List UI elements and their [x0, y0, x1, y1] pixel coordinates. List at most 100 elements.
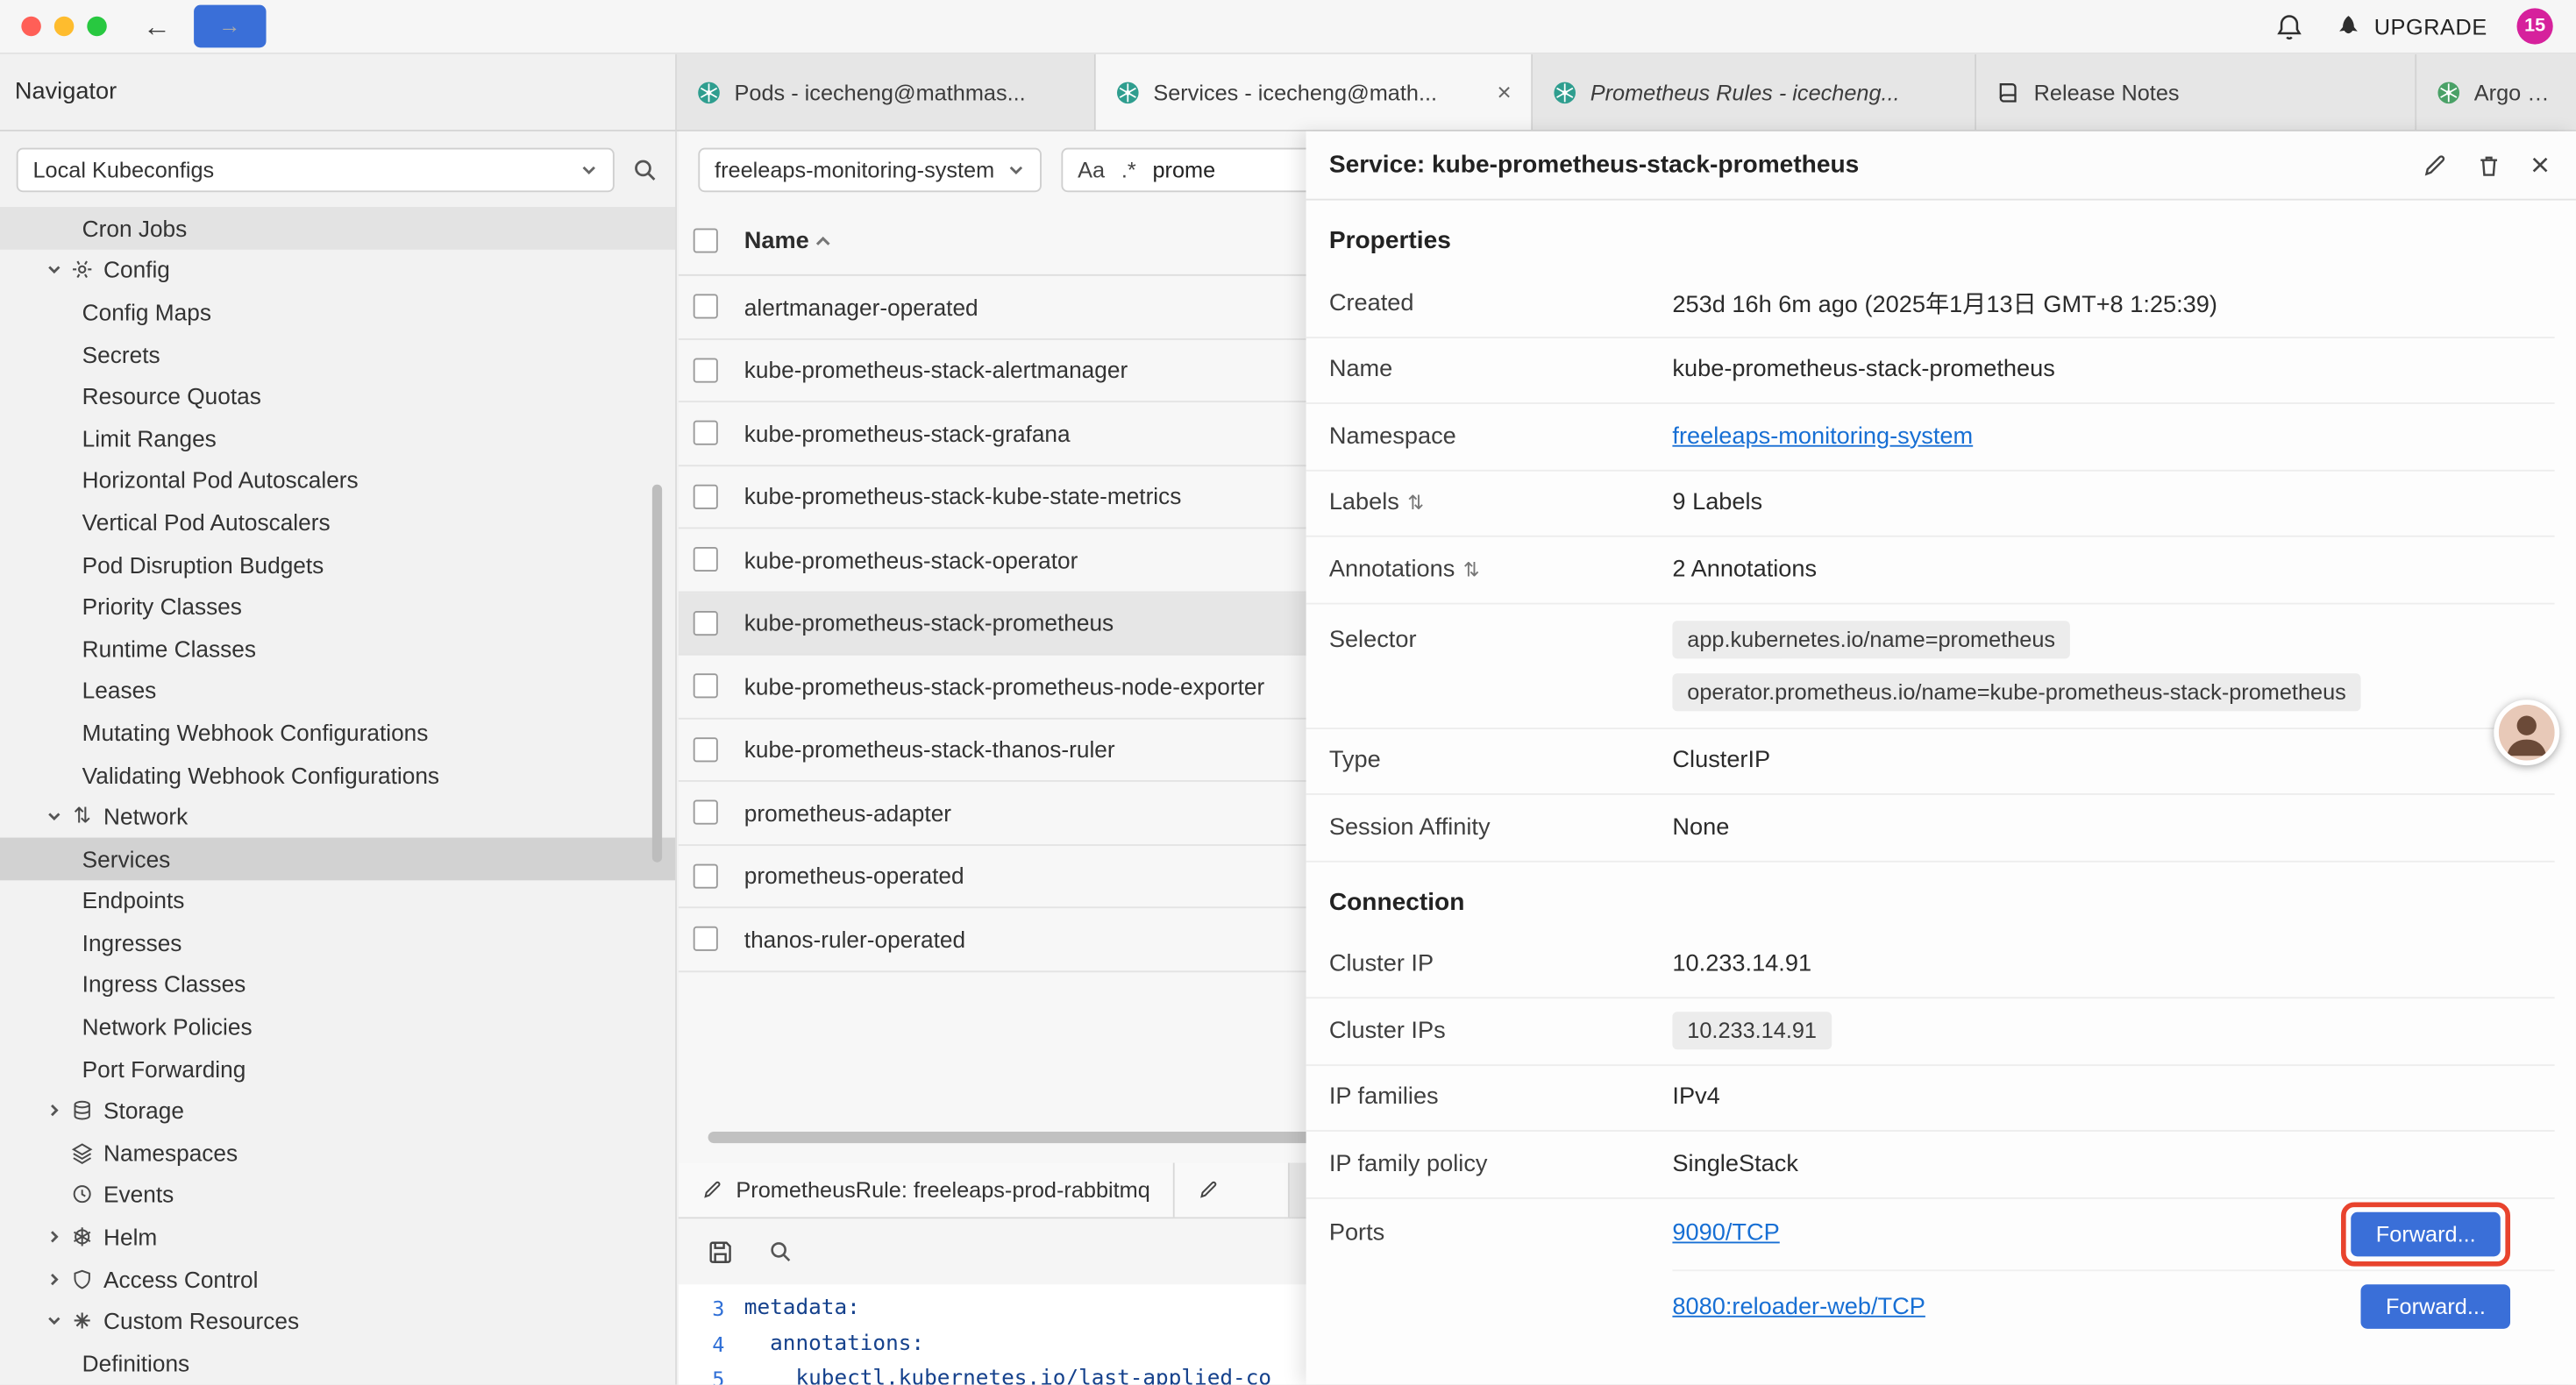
- forward-button[interactable]: →: [194, 5, 266, 47]
- edit-pencil-icon[interactable]: [2422, 152, 2448, 178]
- navigator-sidebar: Local Kubeconfigs Cron Jobs Config Confi…: [0, 131, 677, 1385]
- expand-annotations-icon[interactable]: ⇅: [1463, 558, 1480, 581]
- upgrade-label: UPGRADE: [2374, 14, 2487, 39]
- pencil-icon: [1198, 1179, 1219, 1200]
- book-icon: [1996, 80, 2021, 104]
- sidebar-item-network-policies[interactable]: Network Policies: [0, 1005, 675, 1048]
- chevron-down-icon: [41, 1313, 68, 1330]
- sidebar-item-ingress-classes[interactable]: Ingress Classes: [0, 963, 675, 1005]
- match-case-toggle[interactable]: Aa: [1078, 157, 1105, 181]
- close-drawer-icon[interactable]: ×: [2530, 149, 2550, 181]
- sidebar-item-namespaces[interactable]: Namespaces: [0, 1132, 675, 1174]
- chevron-down-icon: [41, 808, 68, 825]
- sidebar-item-services[interactable]: Services: [0, 837, 675, 879]
- kubernetes-icon: [696, 80, 721, 104]
- sidebar-item-definitions[interactable]: Definitions: [0, 1342, 675, 1384]
- regex-toggle[interactable]: .*: [1121, 157, 1136, 181]
- trash-icon[interactable]: [2476, 152, 2502, 178]
- row-checkbox[interactable]: [694, 484, 718, 508]
- sidebar-item-helm[interactable]: Helm: [0, 1216, 675, 1258]
- chevron-right-icon: [41, 1103, 68, 1119]
- sidebar-item-horizontal-pod-autoscalers[interactable]: Horizontal Pod Autoscalers: [0, 459, 675, 501]
- sidebar-item-events[interactable]: Events: [0, 1174, 675, 1216]
- notification-count-badge[interactable]: 15: [2517, 8, 2553, 44]
- user-avatar[interactable]: [2494, 700, 2559, 765]
- navigator-panel-header: Navigator: [0, 54, 677, 130]
- sidebar-item-ingresses[interactable]: Ingresses: [0, 921, 675, 963]
- sidebar-item-config[interactable]: Config: [0, 249, 675, 291]
- sidebar-item-access-control[interactable]: Access Control: [0, 1258, 675, 1300]
- sidebar-item-vertical-pod-autoscalers[interactable]: Vertical Pod Autoscalers: [0, 501, 675, 543]
- sidebar-item-runtime-classes[interactable]: Runtime Classes: [0, 628, 675, 670]
- upgrade-button[interactable]: UPGRADE: [2335, 12, 2487, 40]
- arrows-up-down-icon: ⇅: [68, 803, 97, 829]
- selector-chip: app.kubernetes.io/name=prometheus: [1672, 620, 2069, 657]
- namespace-filter-dropdown[interactable]: freeleaps-monitoring-system: [698, 147, 1042, 192]
- tab-release-notes[interactable]: Release Notes: [1976, 54, 2416, 130]
- sidebar-item-mutating-webhook-configurations[interactable]: Mutating Webhook Configurations: [0, 712, 675, 754]
- app-window: ← → UPGRADE 15 Navigator Pods -: [0, 0, 2576, 1385]
- connection-row-ip-family-policy: IP family policy SingleStack: [1306, 1132, 2555, 1198]
- drawer-header: Service: kube-prometheus-stack-prometheu…: [1306, 131, 2576, 201]
- dock-tab-partial[interactable]: [1175, 1163, 1290, 1218]
- sidebar-item-port-forwarding[interactable]: Port Forwarding: [0, 1048, 675, 1090]
- sidebar-item-limit-ranges[interactable]: Limit Ranges: [0, 417, 675, 459]
- editor-search-icon[interactable]: [767, 1239, 793, 1265]
- sidebar-item-custom-resources[interactable]: Custom Resources: [0, 1300, 675, 1342]
- select-all-checkbox[interactable]: [694, 228, 718, 252]
- minimize-window-button[interactable]: [54, 17, 74, 36]
- row-checkbox[interactable]: [694, 611, 718, 636]
- row-checkbox[interactable]: [694, 674, 718, 699]
- row-checkbox[interactable]: [694, 800, 718, 825]
- tab-services[interactable]: Services - icecheng@math... ×: [1096, 54, 1533, 130]
- database-icon: [68, 1099, 97, 1122]
- row-checkbox[interactable]: [694, 927, 718, 951]
- row-checkbox[interactable]: [694, 421, 718, 445]
- namespace-link[interactable]: freeleaps-monitoring-system: [1672, 423, 1973, 450]
- row-checkbox[interactable]: [694, 737, 718, 762]
- close-tab-icon[interactable]: ×: [1484, 78, 1511, 106]
- sidebar-item-secrets[interactable]: Secrets: [0, 333, 675, 375]
- rocket-icon: [2335, 12, 2363, 40]
- sidebar-item-endpoints[interactable]: Endpoints: [0, 879, 675, 921]
- tab-pods[interactable]: Pods - icecheng@mathmas...: [677, 54, 1096, 130]
- sidebar-item-cron-jobs[interactable]: Cron Jobs: [0, 207, 675, 249]
- sidebar-scrollbar[interactable]: [652, 485, 662, 863]
- tab-prometheus-rules[interactable]: Prometheus Rules - icecheng...: [1533, 54, 1976, 130]
- row-checkbox[interactable]: [694, 863, 718, 888]
- close-window-button[interactable]: [21, 17, 40, 36]
- properties-heading: Properties: [1306, 201, 2576, 272]
- kubeconfig-selector-dropdown[interactable]: Local Kubeconfigs: [17, 147, 615, 192]
- dock-tab-prometheusrule[interactable]: PrometheusRule: freeleaps-prod-rabbitmq: [679, 1163, 1175, 1218]
- expand-labels-icon[interactable]: ⇅: [1407, 492, 1424, 515]
- back-button[interactable]: ←: [143, 12, 171, 40]
- titlebar: ← → UPGRADE 15: [0, 0, 2576, 54]
- forward-button-9090[interactable]: Forward...: [2352, 1211, 2501, 1256]
- zoom-window-button[interactable]: [87, 17, 106, 36]
- sidebar-search-icon[interactable]: [631, 155, 659, 183]
- sidebar-item-network[interactable]: ⇅ Network: [0, 795, 675, 837]
- row-checkbox[interactable]: [694, 358, 718, 382]
- forward-button-8080[interactable]: Forward...: [2361, 1284, 2510, 1329]
- sidebar-item-priority-classes[interactable]: Priority Classes: [0, 586, 675, 628]
- sidebar-item-validating-webhook-configurations[interactable]: Validating Webhook Configurations: [0, 754, 675, 796]
- sidebar-item-config-maps[interactable]: Config Maps: [0, 291, 675, 333]
- tab-label: Pods - icecheng@mathmas...: [735, 80, 1026, 104]
- sidebar-item-storage[interactable]: Storage: [0, 1090, 675, 1132]
- name-column-header[interactable]: Name: [744, 228, 832, 254]
- row-checkbox[interactable]: [694, 295, 718, 319]
- service-details-drawer: Service: kube-prometheus-stack-prometheu…: [1306, 131, 2576, 1385]
- port-link-9090[interactable]: 9090/TCP: [1672, 1220, 1779, 1246]
- drawer-title: Service: kube-prometheus-stack-prometheu…: [1329, 151, 1859, 179]
- row-checkbox[interactable]: [694, 547, 718, 572]
- sidebar-item-pod-disruption-budgets[interactable]: Pod Disruption Budgets: [0, 543, 675, 586]
- sidebar-item-resource-quotas[interactable]: Resource Quotas: [0, 375, 675, 417]
- port-line-8080: 8080:reloader-web/TCP Forward...: [1672, 1270, 2554, 1342]
- gear-icon: [68, 259, 97, 281]
- tab-argo[interactable]: Argo Se: [2416, 54, 2572, 130]
- sidebar-item-leases[interactable]: Leases: [0, 670, 675, 712]
- notifications-bell-icon[interactable]: [2274, 11, 2305, 42]
- port-link-8080[interactable]: 8080:reloader-web/TCP: [1672, 1294, 1925, 1320]
- save-icon[interactable]: [707, 1238, 735, 1266]
- forward-button-highlight-box: Forward...: [2341, 1202, 2510, 1266]
